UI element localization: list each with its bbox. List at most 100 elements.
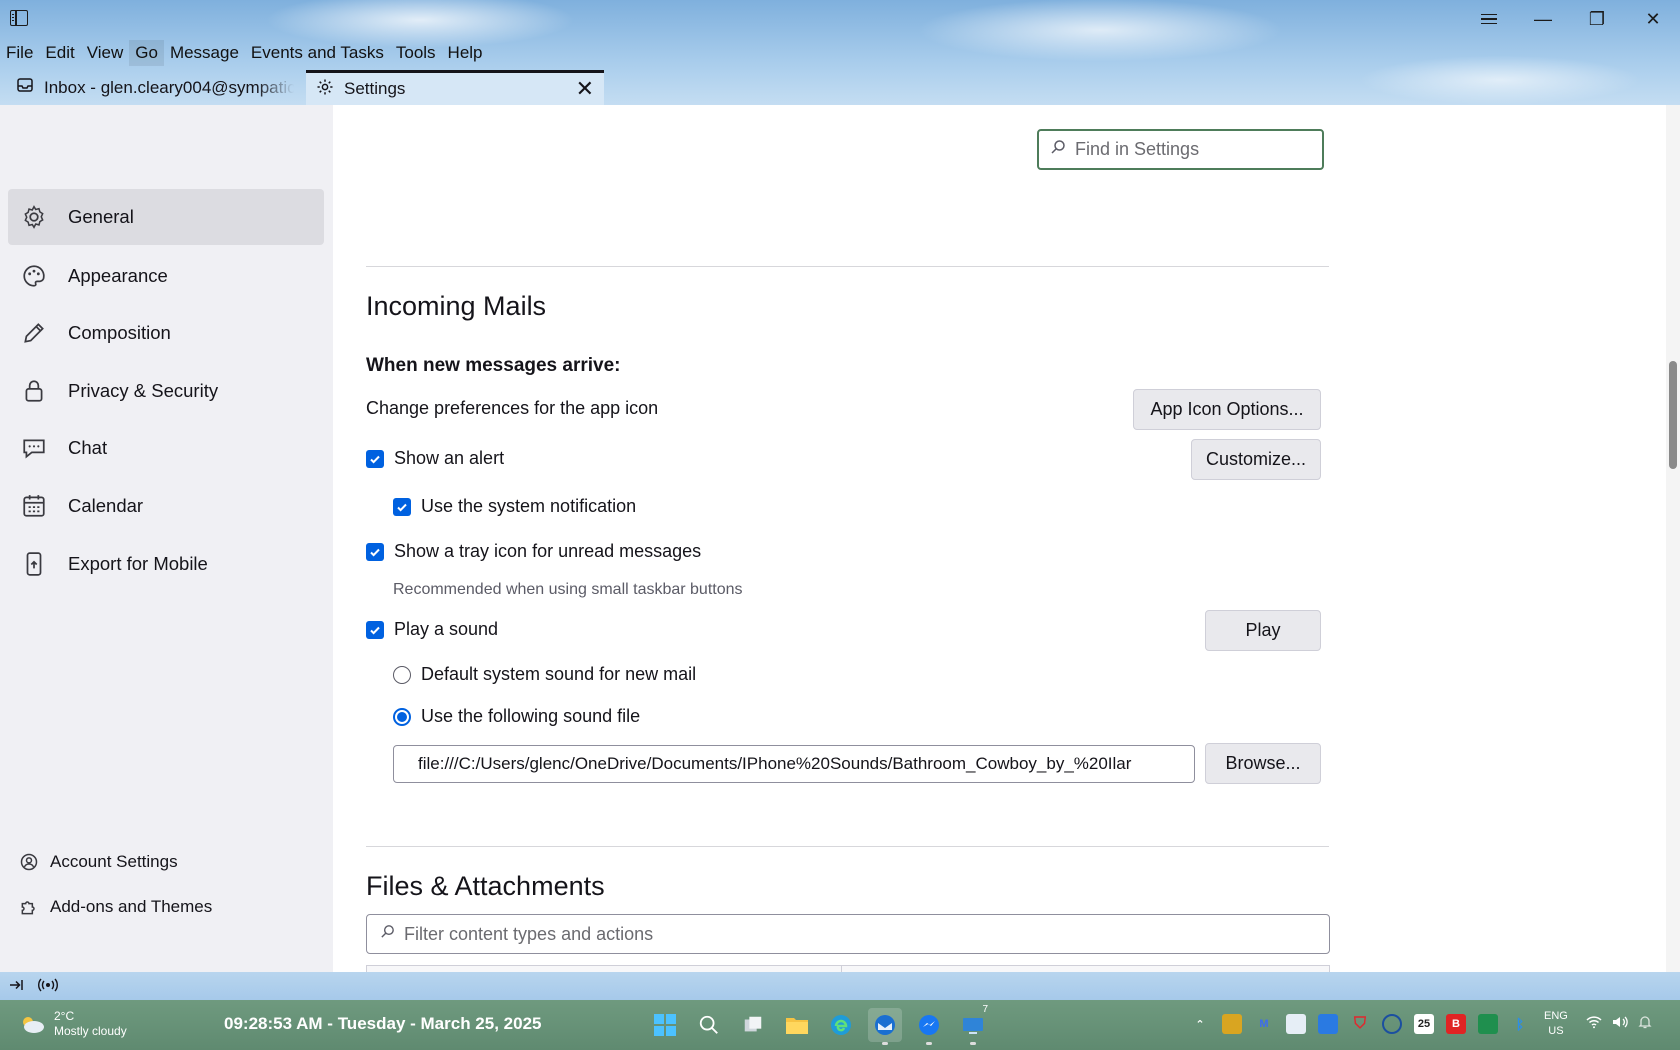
sidebar-item-privacy-security[interactable]: Privacy & Security [8,363,324,419]
sidebar-item-export-for-mobile[interactable]: Export for Mobile [8,536,324,592]
close-window-button[interactable]: ✕ [1626,2,1680,36]
system-tray: ⌃ M ⛉ 25 B ᛒ [1190,1014,1542,1034]
sidebar-item-appearance[interactable]: Appearance [8,248,324,304]
settings-sidebar: General Appearance Composition Privacy &… [0,105,333,972]
bitdefender-icon[interactable]: B [1446,1014,1466,1034]
mcafee-icon[interactable]: ⛉ [1350,1014,1370,1034]
use-file-radio[interactable] [393,707,411,726]
sound-file-path[interactable]: file:///C:/Users/glenc/OneDrive/Document… [393,745,1195,783]
pencil-icon [20,319,48,347]
sidebar-item-composition[interactable]: Composition [8,305,324,361]
status-bar [0,972,1680,1000]
menu-events-and-tasks[interactable]: Events and Tasks [245,40,390,66]
menu-tools[interactable]: Tools [390,40,442,66]
edge-icon [831,1015,851,1035]
security-shield-icon[interactable] [1478,1014,1498,1034]
task-view-icon [744,1016,762,1032]
app-menu-button[interactable] [1462,2,1516,36]
scrollbar-thumb[interactable] [1669,361,1677,469]
chevron-up-icon[interactable]: ⌃ [1190,1014,1210,1034]
edge-app[interactable] [824,1008,858,1042]
account-settings-icon [18,851,40,873]
tab-settings-label: Settings [344,79,406,98]
search-input[interactable] [1075,139,1305,160]
tab-settings[interactable]: Settings ✕ [306,70,604,105]
weather-widget[interactable]: 2°C Mostly cloudy [18,1009,127,1039]
messenger-app[interactable] [912,1008,946,1045]
monitor-icon [963,1018,983,1034]
sidebar-toggle-icon[interactable] [10,10,28,26]
inbox-icon [16,76,34,99]
app-icon-options-button[interactable]: App Icon Options... [1133,389,1321,430]
quick-settings[interactable] [1586,1015,1662,1032]
file-explorer-app[interactable] [780,1008,814,1042]
menu-bar: File Edit View Go Message Events and Tas… [0,40,489,66]
menu-go[interactable]: Go [129,40,164,66]
system-notification-row[interactable]: Use the system notification [393,496,636,517]
sidebar-item-label: Appearance [68,265,168,286]
sidebar-item-general[interactable]: General [8,189,324,245]
sidebar-item-chat[interactable]: Chat [8,420,324,476]
account-settings-label: Account Settings [50,852,178,871]
tray-icon-row[interactable]: Show a tray icon for unread messages [366,541,701,562]
taskbar-clock[interactable]: 09:28:53 AM - Tuesday - March 25, 2025 [224,1014,541,1034]
menu-edit[interactable]: Edit [39,40,80,66]
title-bar: — ❐ ✕ [0,0,1680,38]
default-sound-label: Default system sound for new mail [421,664,697,684]
search-icon [379,923,396,945]
language-indicator[interactable]: ENG US [1544,1009,1568,1039]
tray-icon-checkbox[interactable] [366,542,384,561]
calendar-icon [20,492,48,520]
malwarebytes-icon[interactable]: M [1254,1014,1274,1034]
bluetooth-icon[interactable]: ᛒ [1510,1014,1530,1034]
play-sound-checkbox[interactable] [366,620,384,639]
menu-file[interactable]: File [0,40,39,66]
puzzle-icon [18,896,40,918]
cloud-tray-icon[interactable] [1286,1014,1306,1034]
collapse-pane-icon[interactable] [8,978,24,995]
network-drive-icon[interactable] [1318,1014,1338,1034]
sync-icon[interactable] [1382,1014,1402,1034]
system-notification-checkbox[interactable] [393,497,411,516]
tab-inbox[interactable]: Inbox - glen.cleary004@sympatico.ca [8,70,294,105]
filter-input[interactable] [404,923,1004,945]
divider [366,266,1329,267]
use-file-row[interactable]: Use the following sound file [393,706,640,727]
start-button[interactable] [648,1008,682,1042]
gear-icon [316,78,334,101]
show-alert-checkbox[interactable] [366,449,384,468]
task-view-button[interactable] [736,1008,770,1042]
folder-icon [786,1018,808,1034]
region-code: US [1548,1025,1564,1037]
default-sound-row[interactable]: Default system sound for new mail [393,664,696,685]
minimize-button[interactable]: — [1516,2,1570,36]
default-sound-radio[interactable] [393,665,411,684]
taskbar-search[interactable] [692,1008,726,1042]
browse-button[interactable]: Browse... [1205,743,1321,784]
filter-content-types[interactable] [366,914,1330,954]
play-button[interactable]: Play [1205,610,1321,651]
hamburger-icon [1481,11,1497,28]
sidebar-item-label: General [68,206,134,227]
scrollbar[interactable] [1666,105,1680,972]
addons-themes-link[interactable]: Add-ons and Themes [18,892,212,922]
pencil-tray-icon[interactable] [1222,1014,1242,1034]
menu-message[interactable]: Message [164,40,245,66]
remote-desktop-app[interactable]: 7 [956,1004,990,1045]
thunderbird-app[interactable] [868,1008,902,1045]
menu-view[interactable]: View [81,40,130,66]
customize-button[interactable]: Customize... [1191,439,1321,480]
menu-help[interactable]: Help [442,40,489,66]
search-icon [699,1015,718,1034]
files-attachments-heading: Files & Attachments [366,871,605,901]
sidebar-item-calendar[interactable]: Calendar [8,478,324,534]
show-alert-row[interactable]: Show an alert [366,448,504,469]
calendar-tray-icon[interactable]: 25 [1414,1014,1434,1034]
thunderbird-icon [875,1015,895,1035]
restore-button[interactable]: ❐ [1570,2,1624,36]
online-status-icon[interactable] [38,978,58,995]
close-tab-icon[interactable]: ✕ [576,76,594,102]
account-settings-link[interactable]: Account Settings [18,847,178,877]
find-in-settings[interactable] [1037,129,1324,170]
play-sound-row[interactable]: Play a sound [366,619,498,640]
